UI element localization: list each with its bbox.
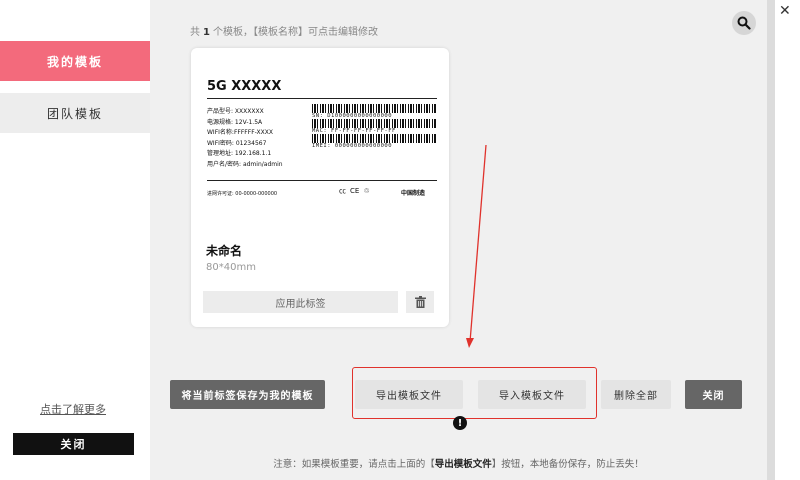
barcode-bars	[312, 104, 437, 113]
cert-marks: ㏄ CE ♲	[339, 186, 370, 196]
template-size: 80*40mm	[206, 262, 256, 273]
template-card[interactable]: 5G XXXXX 产品型号: XXXXXXX 电源规格: 12V-1.5A WI…	[191, 48, 449, 327]
trash-icon	[414, 296, 426, 308]
label-divider	[207, 180, 437, 181]
apply-template-button[interactable]: 应用此标签	[203, 291, 398, 313]
warning-icon: !	[453, 416, 467, 430]
close-icon[interactable]: ✕	[779, 3, 791, 19]
license-text: 进网许可证: 00-0000-000000	[207, 191, 278, 197]
ccc-icon: ㏄	[339, 187, 346, 195]
close-button[interactable]: 关闭	[685, 380, 742, 409]
label-title: 5G XXXXX	[207, 79, 282, 94]
template-count: 共 1 个模板，【模板名称】可点击编辑修改	[190, 23, 378, 38]
made-in-text: 中国制造	[401, 190, 426, 197]
label-info-list: 产品型号: XXXXXXX 电源规格: 12V-1.5A WIFI名称:FFFF…	[207, 107, 283, 170]
learn-more-link[interactable]: 点击了解更多	[0, 401, 146, 417]
label-info-line: 产品型号: XXXXXXX	[207, 108, 264, 115]
right-edge	[767, 0, 800, 480]
note-suffix: 】按钮，本地备份保存，防止丢失！	[491, 459, 644, 470]
backup-note: 注意：如果模板重要，请点击上面的【导出模板文件】按钮，本地备份保存，防止丢失！	[150, 456, 767, 470]
template-name[interactable]: 未命名	[206, 242, 242, 259]
main-panel: 共 1 个模板，【模板名称】可点击编辑修改 5G XXXXX 产品型号: XXXXX…	[150, 0, 767, 480]
sidebar-close-button[interactable]: 关闭	[13, 433, 134, 455]
tab-my-templates[interactable]: 我的模板	[0, 41, 159, 81]
ce-icon: CE	[350, 187, 360, 195]
count-prefix: 共	[190, 27, 200, 38]
save-as-template-button[interactable]: 将当前标签保存为我的模板	[170, 380, 325, 409]
delete-template-button[interactable]	[406, 291, 434, 313]
barcode-text: IMEI: 000000000000000	[312, 143, 393, 149]
count-suffix: 个模板，【模板名称】可点击编辑修改	[212, 27, 378, 38]
delete-all-button[interactable]: 删除全部	[601, 380, 671, 409]
label-info-line: 电源规格: 12V-1.5A	[207, 118, 263, 126]
sidebar: 我的模板 团队模板 点击了解更多 关闭	[0, 0, 159, 480]
barcode-group: SN: D1000000000000000 MAC: FF-FF-FF-FF-F…	[312, 104, 437, 149]
recycle-icon: ♲	[363, 187, 370, 195]
barcode-sn: SN: D1000000000000000	[312, 104, 437, 119]
tab-team-templates[interactable]: 团队模板	[0, 93, 150, 133]
barcode-imei: IMEI: 000000000000000	[312, 134, 437, 149]
search-button[interactable]	[732, 11, 756, 35]
count-value: 1	[203, 27, 210, 38]
label-info-line: WIFI密码: 01234567	[207, 139, 267, 147]
export-template-button[interactable]: 导出模板文件	[355, 380, 463, 409]
barcode-mac: MAC: FF-FF-FF-FF-FF-FF	[312, 119, 437, 134]
note-prefix: 注意：如果模板重要，请点击上面的【	[273, 459, 435, 470]
search-icon	[737, 16, 751, 30]
barcode-bars	[312, 134, 437, 143]
label-info-line: 用户名/密码: admin/admin	[207, 160, 283, 168]
barcode-bars	[312, 119, 437, 128]
note-emphasis: 导出模板文件	[434, 459, 492, 470]
label-info-line: 管理地址: 192.168.1.1	[207, 150, 272, 157]
label-info-line: WIFI名称:FFFFFF-XXXX	[207, 129, 273, 136]
import-template-button[interactable]: 导入模板文件	[478, 380, 586, 409]
label-divider	[207, 98, 437, 99]
label-preview[interactable]: 5G XXXXX 产品型号: XXXXXXX 电源规格: 12V-1.5A WI…	[199, 74, 442, 204]
scroll-track[interactable]	[767, 0, 775, 480]
